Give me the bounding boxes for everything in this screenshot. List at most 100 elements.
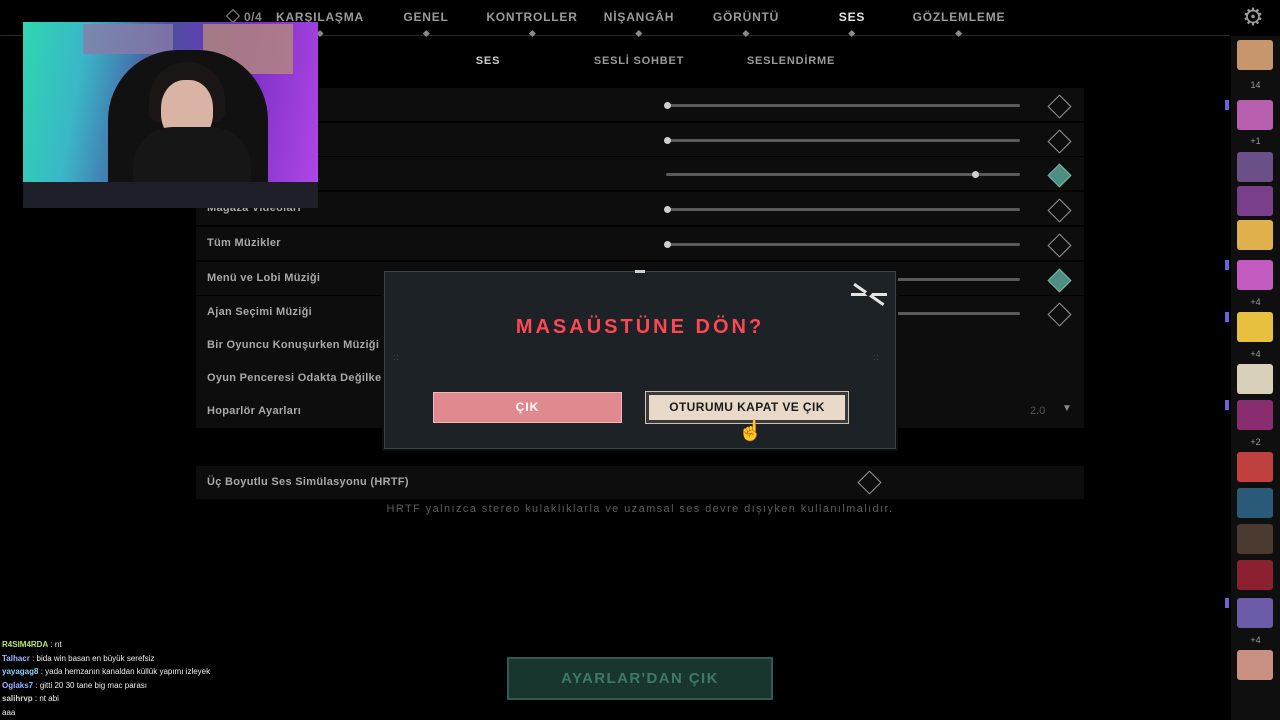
party-count: +4 [1250, 635, 1261, 645]
setting-label: Üç Boyutlu Ses Simülasyonu (HRTF) [207, 476, 409, 488]
chat-user: yayagag8 [2, 667, 39, 676]
party-marker [1225, 100, 1229, 110]
tab-spectate[interactable]: GÖZLEMLEME [913, 10, 1006, 38]
chat-text: nt abi [39, 694, 59, 703]
chat-user: salihrvp [2, 694, 33, 703]
friend-avatar[interactable] [1237, 260, 1273, 290]
chat-user: Talhacr [2, 653, 30, 663]
chat-text: yada hemzanın kanaldan küllük yapımı izl… [45, 667, 211, 676]
setting-row [196, 157, 1084, 190]
friend-avatar[interactable] [1237, 364, 1273, 394]
volume-slider[interactable] [664, 102, 1020, 109]
friend-count: 14 [1250, 80, 1261, 90]
friend-avatar[interactable] [1237, 400, 1273, 430]
tab-audio[interactable]: SES [839, 10, 865, 38]
volume-slider[interactable] [666, 171, 1020, 178]
slider-knob[interactable] [972, 171, 979, 178]
setting-label: Oyun Penceresi Odakta Değilke [207, 372, 382, 384]
reset-diamond-icon[interactable] [1047, 163, 1072, 188]
speaker-config-value[interactable]: 2.0 [1030, 405, 1045, 417]
party-count: +1 [1250, 136, 1261, 146]
chat-line: salihrvp : nt abi [2, 694, 59, 703]
party-marker [1225, 400, 1229, 410]
poster [83, 24, 173, 54]
friend-avatar[interactable] [1237, 488, 1273, 518]
volume-slider[interactable] [664, 137, 1020, 144]
setting-label: Hoparlör Ayarları [207, 405, 302, 417]
hand-cursor-icon: ☝ [738, 420, 763, 442]
chat-text: bida win basan en büyük serefsiz [36, 653, 155, 663]
friends-rail: 14 +1 +4 +4 +2 +4 [1225, 36, 1280, 720]
chat-line: R4SIM4RDA : nt [2, 640, 62, 649]
friend-avatar[interactable] [1237, 100, 1273, 130]
diamond-icon [225, 8, 241, 24]
decorative-dots: ⁚⁚ [393, 355, 400, 362]
volume-slider[interactable] [664, 206, 1020, 213]
party-count: +2 [1250, 437, 1261, 447]
chat-line: Oglaks7 : gitti 20 30 tane big mac paras… [2, 680, 147, 690]
setting-label: Tüm Müzikler [207, 237, 281, 249]
tab-general[interactable]: GENEL [403, 10, 448, 38]
party-count: +4 [1250, 349, 1261, 359]
party-count: +4 [1250, 297, 1261, 307]
setting-row-hrtf: Üç Boyutlu Ses Simülasyonu (HRTF) [196, 466, 1084, 499]
return-to-desktop-dialog: MASAÜSTÜNE DÖN? ⁚⁚ ⁚⁚ ÇIK OTURUMU KAPAT … [384, 270, 896, 449]
chat-text: nt [54, 640, 62, 649]
webcam-overlay [23, 22, 318, 208]
decorative-dots: ⁚⁚ [873, 355, 880, 362]
tab-controls[interactable]: KONTROLLER [486, 10, 577, 38]
setting-row: Tüm Müzikler [196, 227, 1084, 260]
setting-row [196, 123, 1084, 156]
volume-slider[interactable] [664, 241, 1020, 248]
chevron-down-icon[interactable]: ▼ [1062, 403, 1072, 414]
reset-diamond-icon[interactable] [1047, 302, 1072, 327]
party-marker [1225, 312, 1229, 322]
party-marker [1225, 260, 1229, 270]
setting-label: Menü ve Lobi Müziği [207, 272, 321, 284]
slider-knob[interactable] [664, 137, 671, 144]
reset-diamond-icon[interactable] [1047, 233, 1072, 258]
friend-avatar[interactable] [1237, 40, 1273, 70]
slider-knob[interactable] [664, 241, 671, 248]
friend-avatar[interactable] [1237, 152, 1273, 182]
setting-row [196, 88, 1084, 121]
slider-knob[interactable] [664, 206, 671, 213]
hrtf-toggle[interactable] [857, 470, 882, 495]
friend-avatar[interactable] [1237, 650, 1273, 680]
reset-diamond-icon[interactable] [1047, 268, 1072, 293]
reset-diamond-icon[interactable] [1047, 129, 1072, 154]
subtab-audio[interactable]: SES [476, 55, 500, 67]
chat-line: Talhacr : bida win basan en büyük serefs… [2, 653, 155, 663]
reset-diamond-icon[interactable] [1047, 198, 1072, 223]
chat-line: aaa [2, 706, 210, 720]
friend-avatar[interactable] [1237, 524, 1273, 554]
friend-avatar[interactable] [1237, 312, 1273, 342]
friend-avatar[interactable] [1237, 598, 1273, 628]
friend-avatar[interactable] [1237, 560, 1273, 590]
friend-avatar[interactable] [1237, 186, 1273, 216]
slider-knob[interactable] [664, 102, 671, 109]
desk [23, 182, 318, 208]
friend-avatar[interactable] [1237, 452, 1273, 482]
reset-diamond-icon[interactable] [1047, 94, 1072, 119]
setting-label: Ajan Seçimi Müziği [207, 306, 313, 318]
subtab-voice-over[interactable]: SESLENDİRME [747, 55, 835, 67]
chat-text: aaa [2, 707, 16, 717]
subtab-voice-chat[interactable]: SESLİ SOHBET [594, 55, 684, 67]
setting-label: Bir Oyuncu Konuşurken Müziği [207, 339, 380, 351]
friend-avatar[interactable] [1237, 220, 1273, 250]
chat-user: R4SIM4RDA [2, 640, 49, 649]
tab-video[interactable]: GÖRÜNTÜ [713, 10, 779, 38]
tab-crosshair[interactable]: NİŞANGÂH [604, 10, 674, 38]
dialog-title: MASAÜSTÜNE DÖN? [515, 316, 765, 338]
gear-icon[interactable]: ⚙ [1240, 5, 1266, 31]
chat-user: Oglaks7 [2, 680, 34, 690]
chat-text: gitti 20 30 tane big mac parası [39, 680, 147, 690]
close-icon[interactable] [849, 280, 887, 310]
exit-settings-button[interactable]: AYARLAR'DAN ÇIK [507, 657, 773, 700]
hrtf-note: HRTF yalnızca stereo kulaklıklarla ve uz… [386, 503, 894, 515]
setting-row: Mağaza Videoları [196, 192, 1084, 225]
stream-chat: R4SIM4RDA : nt Talhacr : bida win basan … [2, 638, 210, 719]
party-marker [1225, 598, 1229, 608]
quit-button[interactable]: ÇIK [433, 392, 622, 423]
